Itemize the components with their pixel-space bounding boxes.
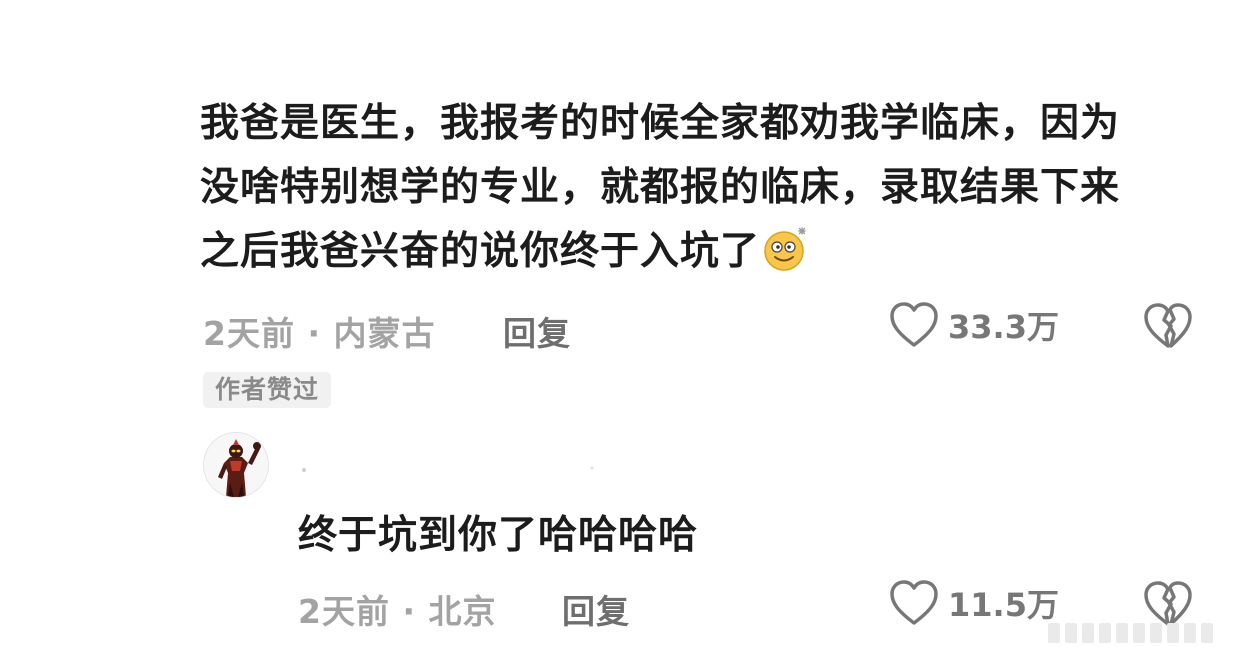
heart-outline-icon bbox=[890, 302, 938, 347]
comment-text: 我爸是医生，我报考的时候全家都劝我学临床，因为 没啥特别想学的专业，就都报的临床… bbox=[200, 92, 1210, 284]
reply-button[interactable]: 回复 bbox=[503, 307, 571, 355]
like-button[interactable]: 11.5万 bbox=[888, 578, 1059, 628]
author-liked-badge: 作者赞过 bbox=[203, 372, 332, 408]
broken-heart-icon[interactable] bbox=[1142, 302, 1194, 350]
comment-line: 没啥特别想学的专业，就都报的临床，录取结果下来 bbox=[200, 165, 1121, 210]
reply-button[interactable]: 回复 bbox=[562, 585, 630, 633]
dizzy-smile-emoji-icon bbox=[764, 227, 806, 271]
reply-text: 终于坑到你了哈哈哈哈 bbox=[298, 513, 699, 558]
like-count: 33.3万 bbox=[948, 308, 1059, 346]
reply-avatar[interactable] bbox=[203, 432, 269, 498]
ultraman-avatar-icon bbox=[204, 433, 268, 497]
username-redacted bbox=[302, 466, 594, 472]
comment-meta: 2天前 · 内蒙古 bbox=[203, 314, 436, 353]
broken-heart-icon[interactable] bbox=[1142, 580, 1194, 628]
comment-line: 我爸是医生，我报考的时候全家都劝我学临床，因为 bbox=[200, 101, 1121, 146]
like-count: 11.5万 bbox=[948, 586, 1059, 624]
comment-line-text: 之后我爸兴奋的说你终于入坑了 bbox=[200, 229, 761, 274]
heart-outline-icon bbox=[890, 580, 938, 625]
reply-meta: 2天前 · 北京 bbox=[298, 592, 497, 631]
watermark bbox=[1048, 623, 1213, 643]
comment-line: 之后我爸兴奋的说你终于入坑了 bbox=[200, 220, 1210, 284]
like-button[interactable]: 33.3万 bbox=[888, 300, 1059, 350]
